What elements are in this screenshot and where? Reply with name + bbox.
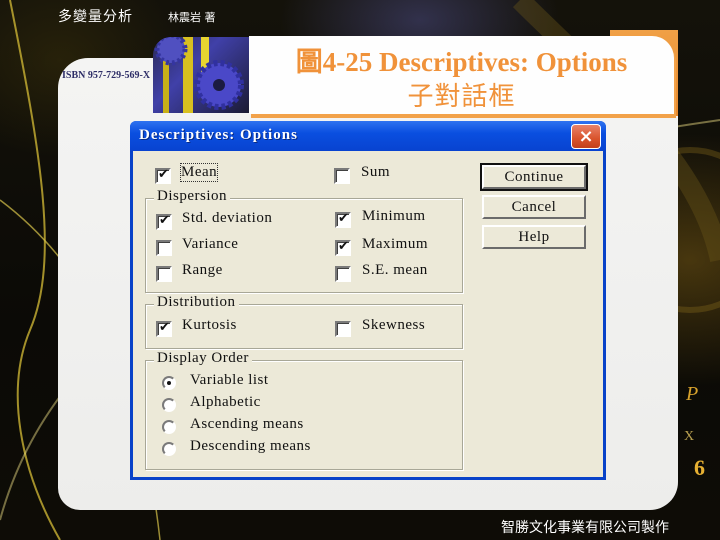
distribution-group-title: Distribution — [154, 294, 239, 311]
alphabetic-radio[interactable] — [162, 398, 176, 412]
variance-checkbox[interactable] — [156, 240, 172, 256]
publisher-footer: 智勝文化事業有限公司製作 — [501, 520, 669, 536]
svg-text:P: P — [685, 383, 698, 405]
descending-means-radio[interactable] — [162, 442, 176, 456]
radio-selected-dot — [167, 381, 171, 385]
se-mean-checkbox[interactable] — [335, 266, 351, 282]
skewness-label[interactable]: Skewness — [362, 317, 425, 334]
check-mark-icon: ✔ — [159, 213, 170, 228]
sum-checkbox[interactable] — [334, 168, 350, 184]
alphabetic-label[interactable]: Alphabetic — [190, 394, 261, 411]
range-checkbox[interactable] — [156, 266, 172, 282]
std-deviation-checkbox[interactable]: ✔ — [156, 213, 172, 230]
dialog-body: ✔ Mean Sum Continue Cancel Help Dispersi… — [133, 151, 603, 477]
minimum-label[interactable]: Minimum — [362, 208, 426, 225]
maximum-checkbox[interactable]: ✔ — [335, 239, 351, 256]
continue-button[interactable]: Continue — [480, 163, 588, 191]
close-icon: × — [578, 126, 594, 147]
distribution-group: Distribution ✔ Kurtosis Skewness — [145, 294, 463, 349]
mean-checkbox[interactable]: ✔ — [155, 167, 171, 184]
ascending-means-radio[interactable] — [162, 420, 176, 434]
dialog-titlebar[interactable]: Descriptives: Options × — [130, 121, 606, 151]
svg-text:6: 6 — [694, 455, 705, 480]
sum-label[interactable]: Sum — [361, 164, 390, 181]
svg-text:X: X — [684, 429, 694, 444]
dispersion-group-title: Dispersion — [154, 188, 230, 205]
gear-icon — [154, 37, 244, 113]
gears-image — [153, 37, 249, 113]
close-button[interactable]: × — [571, 124, 601, 149]
isbn-label: ISBN 957-729-569-X — [62, 70, 151, 81]
check-mark-icon: ✔ — [158, 167, 169, 182]
author-name: 林震岩 著 — [168, 11, 216, 24]
range-label[interactable]: Range — [182, 262, 223, 279]
check-mark-icon: ✔ — [159, 320, 170, 335]
maximum-label[interactable]: Maximum — [362, 236, 428, 253]
kurtosis-label[interactable]: Kurtosis — [182, 317, 237, 334]
variable-list-label[interactable]: Variable list — [190, 372, 269, 389]
display-order-group: Display Order Variable list Alphabetic A… — [145, 350, 463, 470]
minimum-checkbox[interactable]: ✔ — [335, 211, 351, 228]
check-mark-icon: ✔ — [338, 211, 349, 226]
ascending-means-label[interactable]: Ascending means — [190, 416, 304, 433]
figure-title: 圖4-25 Descriptives: Options — [295, 47, 628, 77]
check-mark-icon: ✔ — [338, 239, 349, 254]
display-order-group-title: Display Order — [154, 350, 252, 367]
help-button[interactable]: Help — [482, 225, 586, 249]
descriptives-options-dialog: Descriptives: Options × ✔ Mean Sum Conti… — [130, 121, 606, 480]
dispersion-group: Dispersion ✔ Std. deviation ✔ Minimum Va… — [145, 188, 463, 293]
kurtosis-checkbox[interactable]: ✔ — [156, 320, 172, 337]
variance-label[interactable]: Variance — [182, 236, 238, 253]
figure-subtitle: 子對話框 — [407, 82, 516, 112]
figure-title-banner: 圖4-25 Descriptives: Options 子對話框 — [249, 36, 674, 114]
std-deviation-label[interactable]: Std. deviation — [182, 210, 272, 227]
book-title: 多變量分析 — [58, 9, 133, 25]
dialog-title: Descriptives: Options — [139, 127, 298, 143]
mean-label[interactable]: Mean — [179, 163, 219, 182]
variable-list-radio[interactable] — [162, 376, 176, 390]
descending-means-label[interactable]: Descending means — [190, 438, 311, 455]
cancel-button[interactable]: Cancel — [482, 195, 586, 219]
se-mean-label[interactable]: S.E. mean — [362, 262, 428, 279]
skewness-checkbox[interactable] — [335, 321, 351, 337]
